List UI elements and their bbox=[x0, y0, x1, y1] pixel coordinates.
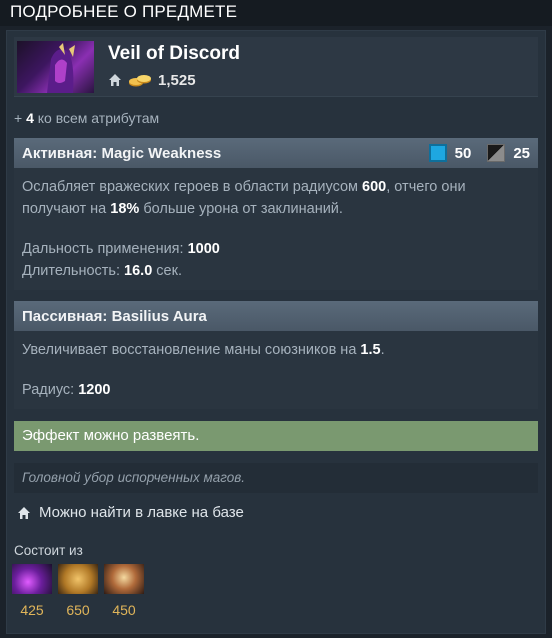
cooldown-icon bbox=[487, 144, 506, 162]
home-icon bbox=[17, 506, 31, 520]
components-list: 425 650 450 bbox=[12, 564, 144, 618]
basilius-icon[interactable] bbox=[104, 564, 144, 594]
passive-ability-title: Пассивная: Basilius Aura bbox=[22, 307, 207, 325]
mana-cost: 50 bbox=[454, 144, 472, 162]
active-desc: Ослабляет вражеских героев в области рад… bbox=[22, 179, 466, 217]
active-ability-header: Активная: Magic Weakness 50 25 bbox=[14, 138, 538, 168]
attribute-bonus: + 4 ко всем атрибутам bbox=[14, 110, 159, 126]
cast-range: Дальность применения: 1000 bbox=[22, 241, 220, 257]
item-cost: 1,525 bbox=[108, 71, 196, 89]
mana-icon bbox=[428, 144, 447, 162]
duration: Длительность: 16.0 сек. bbox=[22, 263, 182, 279]
passive-desc: Увеличивает восстановление маны союзнико… bbox=[22, 342, 385, 358]
item-header: Veil of Discord 1,525 bbox=[14, 37, 538, 97]
active-ability-description: Ослабляет вражеских героев в области рад… bbox=[14, 168, 538, 290]
component-cost: 425 bbox=[20, 602, 44, 618]
component-cost: 450 bbox=[112, 602, 136, 618]
gold-coins-icon bbox=[128, 73, 152, 87]
passive-ability-header: Пассивная: Basilius Aura bbox=[14, 301, 538, 331]
component-item[interactable]: 425 bbox=[12, 564, 52, 618]
component-item[interactable]: 650 bbox=[58, 564, 98, 618]
item-cost-value: 1,525 bbox=[158, 71, 196, 89]
component-item[interactable]: 450 bbox=[104, 564, 144, 618]
aura-radius: Радиус: 1200 bbox=[22, 382, 111, 398]
bonus-value: 4 bbox=[26, 110, 34, 126]
cooldown-value: 25 bbox=[513, 144, 530, 162]
bonus-prefix: + bbox=[14, 110, 23, 126]
components-label: Состоит из bbox=[14, 543, 83, 558]
home-icon bbox=[108, 73, 122, 87]
crown-icon[interactable] bbox=[12, 564, 52, 594]
active-ability: Активная: Magic Weakness 50 25 Ослабляет… bbox=[14, 138, 538, 290]
passive-ability: Пассивная: Basilius Aura Увеличивает вос… bbox=[14, 301, 538, 409]
item-details-panel: Veil of Discord 1,525 + 4 ко всем атрибу… bbox=[6, 30, 546, 634]
passive-ability-description: Увеличивает восстановление маны союзнико… bbox=[14, 331, 538, 409]
item-lore: Головной убор испорченных магов. bbox=[14, 463, 538, 493]
component-cost: 650 bbox=[66, 602, 90, 618]
veil-of-discord-icon bbox=[17, 41, 94, 93]
ability-costs: 50 25 bbox=[428, 144, 530, 162]
bonus-text: ко всем атрибутам bbox=[37, 110, 160, 126]
shop-text: Можно найти в лавке на базе bbox=[39, 504, 244, 521]
page-title: ПОДРОБНЕЕ О ПРЕДМЕТЕ bbox=[0, 0, 552, 26]
dispel-note: Эффект можно развеять. bbox=[14, 421, 538, 451]
scroll-icon[interactable] bbox=[58, 564, 98, 594]
shop-availability: Можно найти в лавке на базе bbox=[17, 504, 244, 521]
active-ability-title: Активная: Magic Weakness bbox=[22, 144, 222, 162]
item-name: Veil of Discord bbox=[108, 43, 240, 64]
